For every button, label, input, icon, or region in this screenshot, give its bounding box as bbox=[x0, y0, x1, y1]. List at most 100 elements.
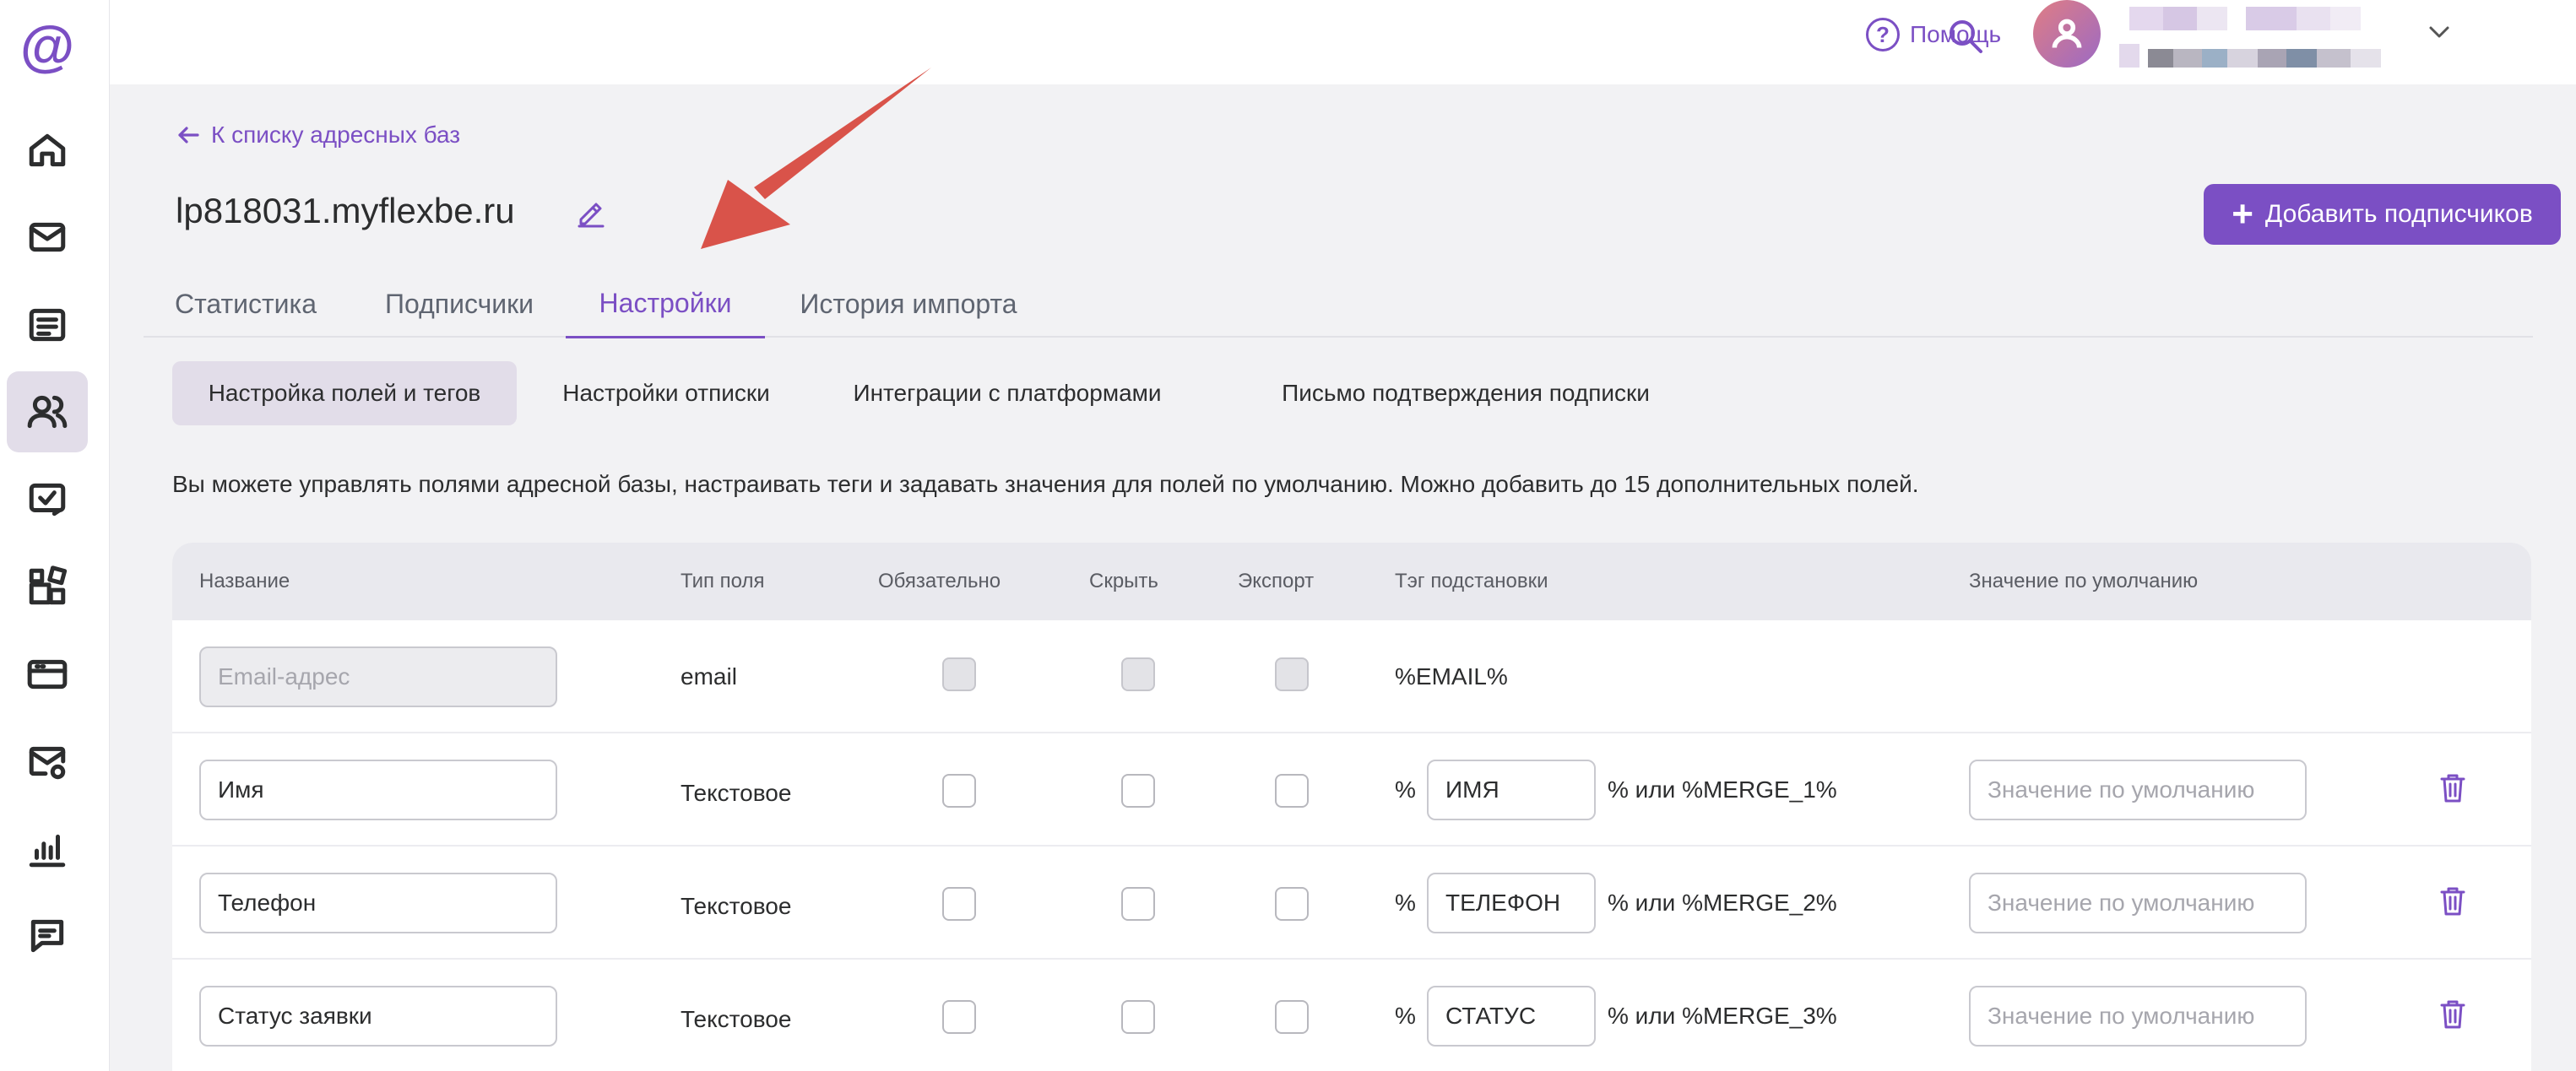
field-type: Текстовое bbox=[681, 780, 792, 806]
arrow-left-icon bbox=[178, 127, 199, 143]
required-checkbox[interactable] bbox=[942, 887, 976, 921]
subtab-confirmation-email[interactable]: Письмо подтверждения подписки bbox=[1238, 361, 1694, 425]
blocks-icon bbox=[29, 565, 68, 605]
chevron-down-icon bbox=[2429, 26, 2449, 38]
export-checkbox[interactable] bbox=[1275, 1000, 1309, 1034]
rail-item-tasks[interactable] bbox=[7, 459, 88, 540]
required-checkbox[interactable] bbox=[942, 774, 976, 808]
export-checkbox[interactable] bbox=[1275, 887, 1309, 921]
main-tabs: Статистика Подписчики Настройки История … bbox=[144, 270, 2533, 338]
col-default: Значение по умолчанию bbox=[1969, 570, 2199, 592]
table-row: Текстовое % % или %MERGE_2% bbox=[172, 847, 2531, 960]
rail-item-analytics[interactable] bbox=[7, 809, 88, 890]
field-name-input bbox=[199, 646, 557, 707]
rail-item-mail[interactable] bbox=[7, 197, 88, 278]
col-required: Обязательно bbox=[878, 570, 1001, 592]
field-type: Текстовое bbox=[681, 1006, 792, 1032]
col-hide: Скрыть bbox=[1089, 570, 1158, 592]
delete-field-button[interactable] bbox=[2435, 997, 2470, 1032]
page-title: lp818031.myflexbe.ru bbox=[176, 191, 515, 230]
subtab-integrations[interactable]: Интеграции с платформами bbox=[834, 361, 1180, 425]
rail-item-audience[interactable] bbox=[7, 371, 88, 452]
chart-icon bbox=[29, 834, 66, 868]
export-checkbox[interactable] bbox=[1275, 774, 1309, 808]
chat-icon bbox=[30, 919, 64, 953]
mail-icon bbox=[29, 222, 66, 252]
tag-suffix: % или %MERGE_3% bbox=[1608, 1003, 1837, 1029]
default-value-input[interactable] bbox=[1969, 873, 2307, 933]
col-tag: Тэг подстановки bbox=[1395, 570, 1548, 592]
rail-item-chat[interactable] bbox=[7, 895, 88, 976]
users-icon bbox=[27, 395, 68, 429]
plus-icon: + bbox=[2232, 193, 2253, 235]
field-name-input[interactable] bbox=[199, 986, 557, 1047]
user-icon bbox=[2052, 19, 2082, 48]
rail-item-blocks[interactable] bbox=[7, 546, 88, 627]
tab-import-history[interactable]: История импорта bbox=[782, 270, 1035, 338]
search-button[interactable] bbox=[1944, 15, 1987, 57]
fields-table: Название Тип поля Обязательно Скрыть Экс… bbox=[172, 543, 2531, 1071]
tag-suffix: % или %MERGE_1% bbox=[1608, 776, 1837, 803]
task-icon bbox=[29, 483, 66, 517]
card-icon bbox=[27, 659, 68, 690]
rail-item-card[interactable] bbox=[7, 634, 88, 715]
field-type: Текстовое bbox=[681, 893, 792, 919]
subtab-unsubscribe[interactable]: Настройки отписки bbox=[535, 361, 797, 425]
table-row: Текстовое % % или %MERGE_3% bbox=[172, 960, 2531, 1071]
tag-suffix: % или %MERGE_2% bbox=[1608, 890, 1837, 916]
edit-title-button[interactable] bbox=[574, 196, 608, 230]
subtab-fields-tags[interactable]: Настройка полей и тегов bbox=[172, 361, 517, 425]
fields-description: Вы можете управлять полями адресной базы… bbox=[172, 471, 1919, 497]
field-type: email bbox=[681, 663, 737, 690]
trash-icon bbox=[2440, 887, 2465, 916]
user-avatar[interactable] bbox=[2033, 0, 2101, 68]
col-export: Экспорт bbox=[1238, 570, 1315, 592]
field-name-input[interactable] bbox=[199, 760, 557, 820]
settings-mail-icon bbox=[29, 746, 66, 780]
hide-checkbox bbox=[1121, 657, 1155, 691]
tab-statistics[interactable]: Статистика bbox=[144, 270, 348, 338]
required-checkbox[interactable] bbox=[942, 1000, 976, 1034]
col-type: Тип поля bbox=[681, 570, 765, 592]
export-checkbox bbox=[1275, 657, 1309, 691]
rail-item-automation[interactable] bbox=[7, 721, 88, 802]
merge-tag: %EMAIL% bbox=[1395, 663, 1508, 690]
back-link[interactable]: К списку адресных баз bbox=[176, 122, 460, 149]
tag-input[interactable] bbox=[1427, 873, 1596, 933]
tag-input[interactable] bbox=[1427, 986, 1596, 1047]
rail-item-list[interactable] bbox=[7, 284, 88, 365]
back-link-label: К списку адресных баз bbox=[211, 122, 461, 148]
hide-checkbox[interactable] bbox=[1121, 774, 1155, 808]
user-account-info-blurred[interactable] bbox=[2119, 7, 2389, 73]
list-icon bbox=[29, 308, 66, 342]
tab-subscribers[interactable]: Подписчики bbox=[366, 270, 552, 338]
home-icon bbox=[29, 133, 66, 167]
tag-prefix: % bbox=[1395, 1003, 1416, 1029]
account-menu-toggle[interactable] bbox=[2422, 15, 2456, 49]
hide-checkbox[interactable] bbox=[1121, 887, 1155, 921]
trash-icon bbox=[2440, 1000, 2465, 1029]
rail-item-home[interactable] bbox=[7, 110, 88, 191]
table-header: Название Тип поля Обязательно Скрыть Экс… bbox=[172, 543, 2531, 620]
default-value-input[interactable] bbox=[1969, 760, 2307, 820]
search-icon bbox=[1950, 20, 1982, 53]
hide-checkbox[interactable] bbox=[1121, 1000, 1155, 1034]
field-name-input[interactable] bbox=[199, 873, 557, 933]
table-row: Текстовое % % или %MERGE_1% bbox=[172, 733, 2531, 847]
add-subscribers-label: Добавить подписчиков bbox=[2264, 200, 2533, 228]
delete-field-button[interactable] bbox=[2435, 771, 2470, 806]
tag-prefix: % bbox=[1395, 890, 1416, 916]
col-name: Название bbox=[199, 570, 290, 592]
delete-field-button[interactable] bbox=[2435, 884, 2470, 919]
default-value-input[interactable] bbox=[1969, 986, 2307, 1047]
app-logo[interactable]: @ bbox=[19, 17, 76, 74]
add-subscribers-button[interactable]: + Добавить подписчиков bbox=[2204, 184, 2561, 245]
left-rail: @ bbox=[0, 0, 110, 1071]
tag-input[interactable] bbox=[1427, 760, 1596, 820]
required-checkbox bbox=[942, 657, 976, 691]
tab-settings[interactable]: Настройки bbox=[566, 270, 765, 338]
trash-icon bbox=[2440, 774, 2465, 803]
table-row-email: email %EMAIL% bbox=[172, 620, 2531, 733]
pencil-icon bbox=[578, 203, 605, 228]
question-icon: ? bbox=[1866, 18, 1900, 51]
